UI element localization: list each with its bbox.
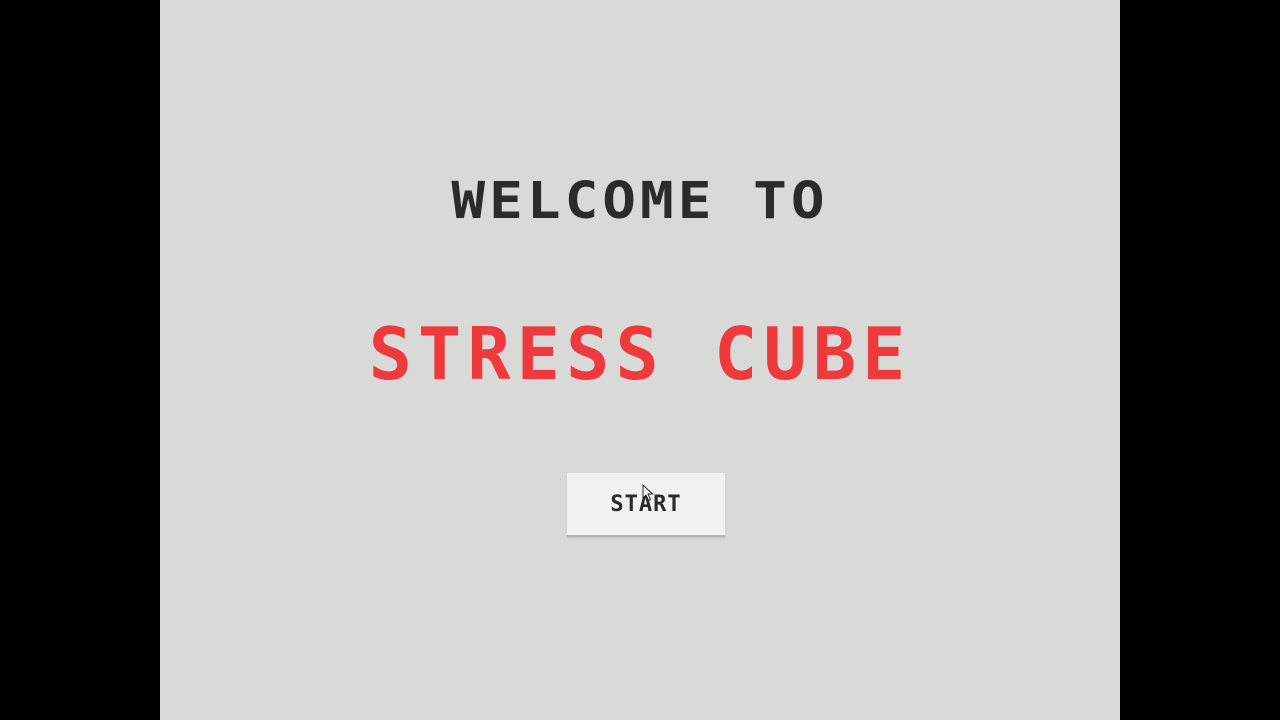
game-title: STRESS CUBE bbox=[368, 312, 912, 396]
start-button[interactable]: START bbox=[567, 473, 725, 537]
letterbox-left bbox=[0, 0, 160, 720]
letterbox-right bbox=[1120, 0, 1280, 720]
game-screen: WELCOME TO STRESS CUBE START bbox=[160, 0, 1120, 720]
welcome-heading: WELCOME TO bbox=[451, 172, 829, 231]
